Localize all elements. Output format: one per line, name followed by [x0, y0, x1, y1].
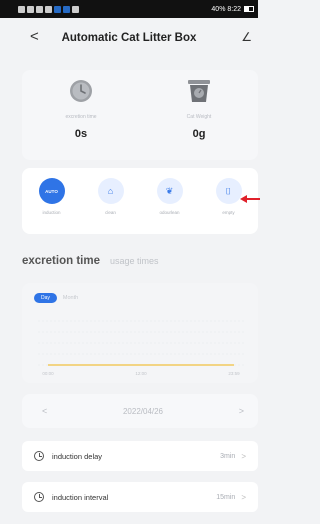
stat-excretion-time: excretion time 0s — [22, 70, 140, 160]
house-icon[interactable]: ⌂ — [97, 178, 124, 204]
chevron-right-icon: > — [241, 451, 246, 461]
tab-excretion-time[interactable]: excretion time — [22, 255, 100, 267]
setting-value: 15min — [216, 493, 236, 501]
leaf-icon[interactable]: ❦ — [156, 178, 183, 204]
edit-button[interactable]: ∠ — [241, 30, 252, 44]
range-tabs: Day Month — [34, 293, 78, 303]
date-picker: < 2022/04/26 > — [22, 394, 258, 428]
stat-value: 0g — [192, 128, 206, 140]
mode-odourlean[interactable]: ❦ odourlean — [150, 178, 190, 215]
back-button[interactable]: < — [30, 28, 39, 45]
status-bar: 40% 8:22 — [0, 0, 258, 18]
stat-cat-weight: Cat Weight 0g — [140, 70, 258, 160]
x-tick-label: 23:59 — [228, 371, 240, 376]
mode-induction[interactable]: AUTO induction — [32, 178, 72, 215]
setting-induction-delay[interactable]: induction delay 3min > — [22, 441, 258, 471]
clock-icon — [68, 78, 94, 104]
setting-induction-interval[interactable]: induction interval 15min > — [22, 482, 258, 512]
section-tabs: excretion time usage times — [22, 255, 159, 267]
stats-card: excretion time 0s Cat Weight 0g — [22, 70, 258, 160]
stat-label: excretion time — [65, 114, 97, 120]
clock-icon — [34, 451, 44, 461]
auto-icon[interactable]: AUTO — [38, 178, 65, 204]
range-day-button[interactable]: Day — [34, 293, 57, 303]
page-title: Automatic Cat Litter Box — [61, 32, 197, 44]
mode-label: empty — [222, 210, 235, 215]
status-icons-left — [18, 5, 79, 13]
next-date-button[interactable]: > — [239, 406, 244, 416]
mode-label: induction — [42, 210, 61, 215]
current-date: 2022/04/26 — [122, 406, 164, 416]
app-header: < Automatic Cat Litter Box ∠ — [0, 18, 258, 58]
trash-icon[interactable]: ⌷ — [215, 178, 242, 204]
x-tick-label: 12:00 — [135, 371, 147, 376]
mode-label: clean — [105, 210, 116, 215]
chevron-right-icon: > — [241, 492, 246, 502]
stat-value: 0s — [74, 128, 88, 140]
setting-value: 3min — [220, 452, 236, 460]
setting-label: induction delay — [52, 451, 103, 461]
mode-clean[interactable]: ⌂ clean — [91, 178, 131, 215]
annotation-arrow-icon — [240, 195, 260, 203]
setting-label: induction interval — [52, 492, 109, 502]
range-month-button[interactable]: Month — [63, 295, 78, 301]
chart-card: 00:00 12:00 23:59 Day Month — [22, 283, 258, 383]
stat-label: Cat Weight — [186, 114, 212, 120]
prev-date-button[interactable]: < — [42, 406, 47, 416]
battery-icon — [244, 6, 254, 12]
mode-card: AUTO induction ⌂ clean ❦ odourlean ⌷ emp… — [22, 168, 260, 234]
status-icons-right: 40% 8:22 — [211, 6, 254, 13]
tab-usage-times[interactable]: usage times — [110, 256, 159, 266]
status-time: 40% 8:22 — [211, 5, 241, 13]
mode-label: odourlean — [159, 210, 180, 215]
clock-icon — [34, 492, 44, 502]
scale-icon — [185, 78, 213, 104]
x-tick-label: 00:00 — [42, 371, 54, 376]
